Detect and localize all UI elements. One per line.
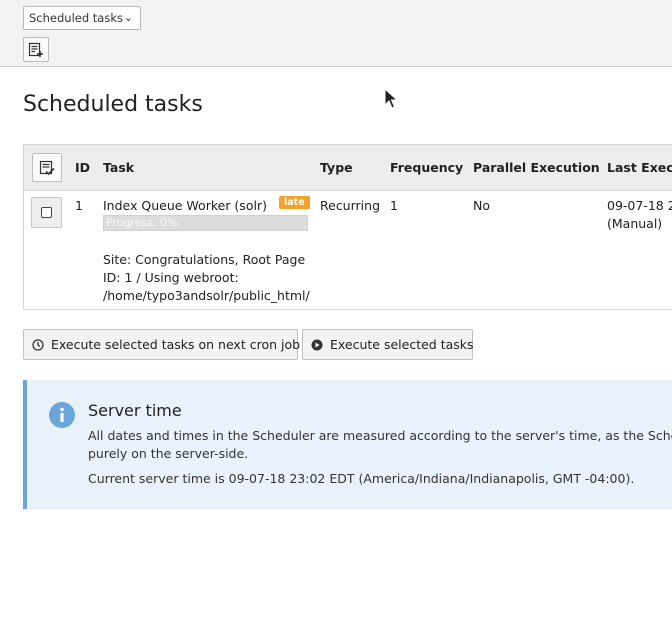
task-site: Site: Congratulations, Root Page bbox=[103, 252, 306, 267]
column-header-id[interactable]: ID bbox=[75, 160, 90, 175]
scheduler-task-table: ID Task Type Frequency Parallel Executio… bbox=[23, 144, 672, 310]
play-circle-icon bbox=[311, 339, 323, 351]
task-webroot: /home/typo3andsolr/public_html/ bbox=[103, 288, 310, 303]
column-header-parallel[interactable]: Parallel Execution bbox=[473, 160, 600, 175]
task-frequency: 1 bbox=[390, 198, 398, 213]
task-site-id: ID: 1 / Using webroot: bbox=[103, 270, 239, 285]
select-all-button[interactable] bbox=[32, 153, 62, 182]
chevron-down-icon: ⌄ bbox=[123, 11, 133, 24]
task-parallel: No bbox=[473, 198, 490, 213]
column-header-frequency[interactable]: Frequency bbox=[390, 160, 463, 175]
new-record-icon bbox=[28, 42, 43, 57]
module-function-select-value: Scheduled tasks bbox=[29, 11, 123, 25]
task-progress-bar: Progress: 0% bbox=[103, 215, 308, 231]
infobox-text: All dates and times in the Scheduler are… bbox=[88, 427, 672, 463]
column-header-type[interactable]: Type bbox=[320, 160, 353, 175]
checkbox-icon bbox=[41, 207, 52, 218]
module-docheader: Scheduled tasks ⌄ bbox=[0, 0, 672, 67]
column-header-last-execution[interactable]: Last Execu bbox=[607, 160, 672, 175]
execute-selected-tasks-label: Execute selected tasks bbox=[330, 337, 474, 352]
module-function-select[interactable]: Scheduled tasks ⌄ bbox=[23, 6, 141, 30]
execute-selected-tasks-button[interactable]: Execute selected tasks bbox=[302, 329, 474, 360]
execute-on-next-cron-label: Execute selected tasks on next cron job bbox=[51, 337, 301, 352]
info-icon bbox=[49, 402, 75, 428]
task-name-link[interactable]: Index Queue Worker (solr) bbox=[103, 198, 267, 213]
task-type: Recurring bbox=[320, 198, 380, 213]
progress-label: Progress: 0% bbox=[106, 216, 178, 229]
late-badge: late bbox=[279, 196, 310, 209]
execute-on-next-cron-button[interactable]: Execute selected tasks on next cron job bbox=[23, 329, 301, 360]
infobox-text-line-1: All dates and times in the Scheduler are… bbox=[88, 428, 672, 443]
task-last-exec-date: 09-07-18 2 bbox=[607, 198, 672, 213]
infobox-current-time: Current server time is 09-07-18 23:02 ED… bbox=[88, 471, 635, 486]
infobox-title: Server time bbox=[88, 401, 182, 420]
table-header-row: ID Task Type Frequency Parallel Executio… bbox=[24, 145, 672, 191]
column-header-task[interactable]: Task bbox=[103, 160, 134, 175]
select-all-icon bbox=[39, 160, 55, 176]
page-title: Scheduled tasks bbox=[23, 92, 203, 117]
server-time-infobox: Server time All dates and times in the S… bbox=[23, 380, 672, 509]
mouse-cursor-icon bbox=[384, 88, 398, 109]
task-id: 1 bbox=[75, 198, 83, 213]
infobox-text-line-2: purely on the server-side. bbox=[88, 446, 249, 461]
clock-icon bbox=[32, 339, 44, 351]
task-last-exec-mode: (Manual) bbox=[607, 216, 663, 231]
add-task-button[interactable] bbox=[23, 37, 49, 62]
row-select-checkbox[interactable] bbox=[31, 197, 62, 228]
